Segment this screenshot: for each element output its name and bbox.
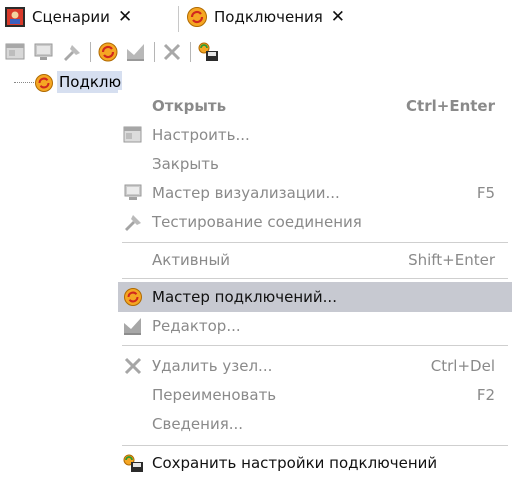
tab-scenarios-label: Сценарии [32,8,110,26]
close-icon[interactable]: ✕ [331,7,345,27]
menu-item-save-settings[interactable]: Сохранить настройки подключений [118,449,512,477]
menu-item-label: Сведения... [152,415,244,433]
menu-item-rename[interactable]: Переименовать F2 [118,381,512,409]
visualization-icon [124,184,142,200]
toolbar-divider [90,42,91,62]
menu-item-shortcut: F5 [476,184,495,202]
configure-icon[interactable] [4,41,28,63]
menu-item-label: Мастер визуализации... [152,184,340,202]
menu-item-label: Настроить... [152,126,250,144]
menu-separator [122,278,508,279]
tab-scenarios[interactable]: Сценарии ✕ [4,0,132,34]
menu-item-shortcut: Ctrl+Del [430,357,495,375]
delete-icon [124,357,142,375]
connection-wizard-icon[interactable] [96,41,120,63]
menu-item-info[interactable]: Сведения... [118,410,512,438]
scenarios-icon [5,7,25,27]
menu-item-shortcut: F2 [476,386,495,404]
menu-item-editor[interactable]: Редактор... [118,312,512,340]
menu-item-close[interactable]: Закрыть [118,150,512,178]
menu-separator [122,345,508,346]
menu-item-label: Мастер подключений... [152,288,337,306]
toolbar [0,36,512,68]
menu-item-delete-node[interactable]: Удалить узел... Ctrl+Del [118,352,512,380]
tab-connections-label: Подключения [214,8,323,26]
menu-item-configure[interactable]: Настроить... [118,121,512,149]
menu-item-label: Открыть [152,97,227,115]
close-icon[interactable]: ✕ [118,7,132,27]
menu-separator [122,242,508,243]
menu-item-shortcut: Ctrl+Enter [406,97,495,115]
configure-icon [123,126,142,143]
save-settings-icon [123,454,143,472]
tree-node-connections[interactable]: Подключения [57,71,122,93]
tree-connector [14,82,34,83]
tab-connections[interactable]: Подключения ✕ [186,0,345,34]
menu-item-label: Удалить узел... [152,357,273,375]
tab-divider [178,6,179,32]
menu-item-label: Сохранить настройки подключений [152,454,438,472]
menu-item-label: Переименовать [152,386,277,404]
delete-icon[interactable] [160,41,184,63]
menu-item-label: Редактор... [152,317,241,335]
menu-item-visualization-wizard[interactable]: Мастер визуализации... F5 [118,179,512,207]
test-connection-icon[interactable] [60,41,84,63]
menu-separator [122,445,508,446]
menu-item-label: Тестирование соединения [152,213,362,231]
menu-item-test-connection[interactable]: Тестирование соединения [118,208,512,236]
visualization-icon[interactable] [32,41,56,63]
connections-icon [35,74,53,92]
connections-icon [187,7,207,27]
test-connection-icon [125,215,141,231]
menu-item-label: Закрыть [152,155,219,173]
menu-item-shortcut: Shift+Enter [408,251,495,269]
connection-wizard-icon [124,288,142,306]
menu-item-active[interactable]: Активный Shift+Enter [118,246,512,274]
menu-item-connection-wizard[interactable]: Мастер подключений... [118,282,512,312]
context-menu: Открыть Ctrl+Enter Настроить... Закрыть … [118,90,512,479]
editor-icon[interactable] [124,41,148,63]
toolbar-divider [154,42,155,62]
menu-item-label: Активный [152,251,231,269]
save-settings-icon[interactable] [196,41,220,63]
editor-icon [124,318,141,335]
menu-item-open[interactable]: Открыть Ctrl+Enter [118,92,512,120]
toolbar-divider [190,42,191,62]
tab-strip: Сценарии ✕ Подключения ✕ [0,0,512,34]
